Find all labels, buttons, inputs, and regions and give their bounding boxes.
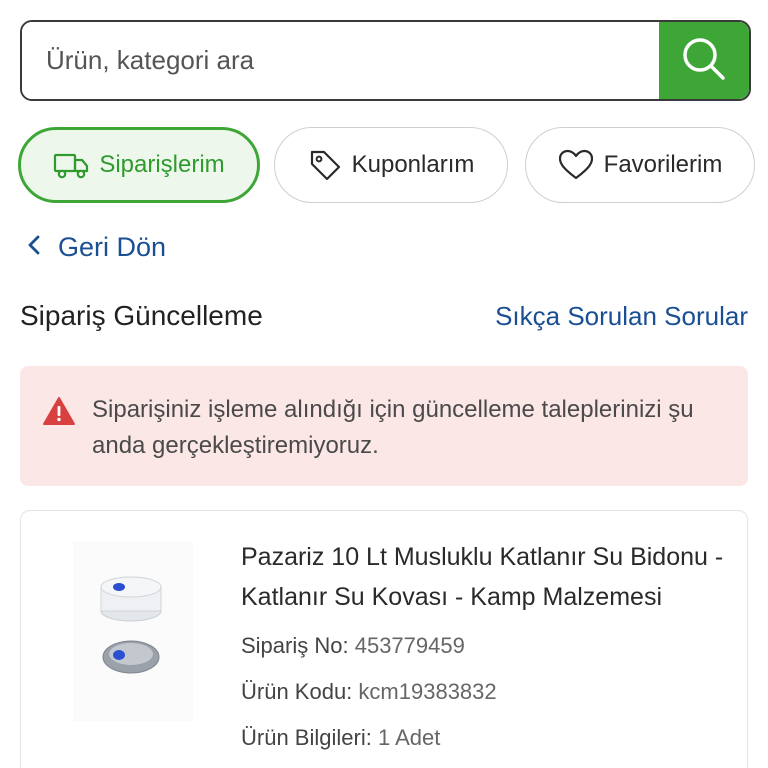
- order-number-label: Sipariş No:: [241, 633, 349, 658]
- product-details-value: 1 Adet: [377, 725, 441, 750]
- product-image[interactable]: [73, 541, 193, 721]
- section-header: Sipariş Güncelleme Sıkça Sorulan Sorular: [20, 300, 748, 332]
- chip-orders[interactable]: Siparişlerim: [18, 127, 260, 203]
- quick-links: Siparişlerim Kuponlarım Favorilerim: [18, 127, 758, 203]
- back-label: Geri Dön: [58, 232, 167, 262]
- chip-favorites[interactable]: Favorilerim: [525, 127, 755, 203]
- product-info: Pazariz 10 Lt Musluklu Katlanır Su Bidon…: [241, 537, 731, 751]
- heart-icon: [558, 149, 594, 181]
- chip-orders-label: Siparişlerim: [99, 151, 225, 178]
- back-link[interactable]: Geri Dön: [26, 232, 166, 263]
- product-code-value: kcm19383832: [358, 679, 497, 704]
- search-button[interactable]: [659, 22, 749, 99]
- product-code-label: Ürün Kodu:: [241, 679, 353, 704]
- search-input[interactable]: [22, 22, 659, 99]
- chip-coupons-label: Kuponlarım: [351, 151, 475, 178]
- warning-icon: [42, 396, 76, 431]
- order-product-card: Pazariz 10 Lt Musluklu Katlanır Su Bidon…: [20, 510, 748, 768]
- faq-link[interactable]: Sıkça Sorulan Sorular: [495, 301, 748, 332]
- chip-coupons[interactable]: Kuponlarım: [274, 127, 508, 203]
- alert-message: Siparişiniz işleme alındığı için güncell…: [92, 396, 694, 459]
- chevron-left-icon: [26, 232, 42, 263]
- order-number: Sipariş No: 453779459: [241, 633, 731, 659]
- search-bar: [20, 20, 751, 101]
- search-icon: [681, 36, 727, 85]
- truck-icon: [53, 150, 89, 180]
- tag-icon: [308, 148, 342, 182]
- order-number-value: 453779459: [354, 633, 465, 658]
- product-title[interactable]: Pazariz 10 Lt Musluklu Katlanır Su Bidon…: [241, 537, 731, 617]
- product-details: Ürün Bilgileri: 1 Adet: [241, 725, 731, 751]
- page-title: Sipariş Güncelleme: [20, 300, 263, 331]
- chip-favorites-label: Favorilerim: [603, 151, 723, 178]
- product-code: Ürün Kodu: kcm19383832: [241, 679, 731, 705]
- warning-alert: Siparişiniz işleme alındığı için güncell…: [20, 366, 748, 486]
- product-details-label: Ürün Bilgileri:: [241, 725, 372, 750]
